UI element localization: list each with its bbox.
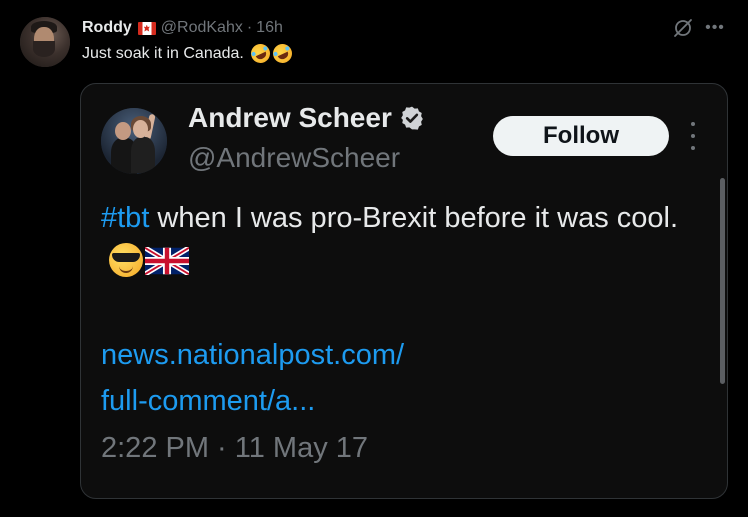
post: Roddy @RodKahx · 16h Just soak it in Can…	[0, 0, 748, 517]
grok-icon[interactable]	[672, 17, 694, 39]
uk-flag-icon	[145, 247, 189, 275]
post-header: Roddy @RodKahx · 16h	[82, 18, 283, 38]
post-text-content: Just soak it in Canada.	[82, 44, 244, 62]
external-link[interactable]: news.nationalpost.com/ full-comment/a...	[101, 332, 691, 424]
rofl-emoji-icon	[269, 40, 295, 67]
embedded-author-avatar[interactable]	[101, 108, 167, 174]
separator: ·	[246, 19, 253, 36]
rofl-emoji-icon	[247, 40, 273, 67]
follow-button[interactable]: Follow	[493, 116, 669, 156]
embedded-text-content: when I was pro-Brexit before it was cool…	[149, 202, 679, 234]
author-avatar[interactable]	[20, 17, 70, 67]
sunglasses-emoji-icon	[109, 243, 143, 277]
embedded-post-card[interactable]: Andrew Scheer @AndrewScheer Follow #tbt …	[80, 83, 728, 499]
link-line-2[interactable]: full-comment/a...	[101, 378, 691, 424]
embedded-more-icon[interactable]	[687, 122, 699, 150]
embedded-post-text: #tbt when I was pro-Brexit before it was…	[101, 196, 691, 284]
verified-badge-icon	[401, 106, 423, 130]
embedded-timestamp[interactable]: 2:22 PM · 11 May 17	[101, 432, 368, 465]
card-scrollbar[interactable]	[720, 178, 725, 384]
hashtag-link[interactable]: #tbt	[101, 202, 149, 234]
author-name[interactable]: Roddy	[82, 19, 132, 37]
embedded-name-row: Andrew Scheer	[188, 102, 425, 134]
canada-flag-icon	[137, 21, 156, 35]
embedded-author-handle[interactable]: @AndrewScheer	[188, 142, 400, 174]
author-handle[interactable]: @RodKahx	[161, 19, 243, 37]
post-time[interactable]: 16h	[256, 19, 283, 37]
post-text: Just soak it in Canada.	[82, 40, 295, 67]
link-line-1[interactable]: news.nationalpost.com/	[101, 332, 691, 378]
more-options-icon[interactable]: •••	[704, 17, 726, 39]
embedded-author-name[interactable]: Andrew Scheer	[188, 102, 392, 134]
